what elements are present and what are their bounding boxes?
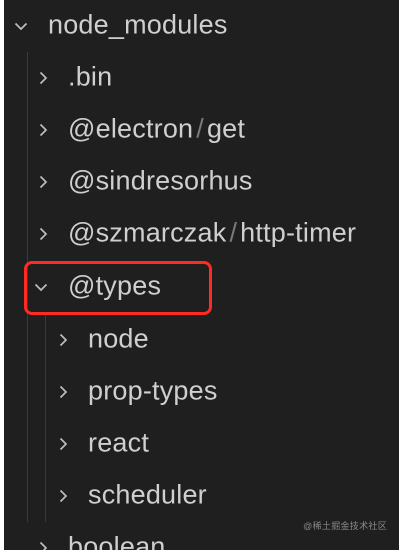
tree-item-label: boolean (68, 531, 166, 550)
tree-item-types-react[interactable]: react (4, 418, 399, 470)
watermark: @稀土掘金技术社区 (303, 521, 387, 531)
tree-item-types-prop-types[interactable]: prop-types (4, 366, 399, 418)
tree-item-szmarczak-http-timer[interactable]: @szmarczak / http-timer (4, 208, 399, 260)
chevron-right-icon (56, 333, 70, 347)
chevron-right-icon (36, 71, 50, 85)
tree-item-bin[interactable]: .bin (4, 52, 399, 104)
tree-item-label: react (88, 427, 150, 458)
chevron-right-icon (36, 123, 50, 137)
tree-item-node-modules[interactable]: node_modules (4, 0, 399, 52)
tree-item-label: @electron / get (68, 113, 246, 144)
tree-item-types-node[interactable]: node (4, 314, 399, 366)
tree-item-label: @szmarczak / http-timer (68, 217, 357, 248)
tree-item-label: node (88, 323, 149, 354)
tree-item-sindresorhus[interactable]: @sindresorhus (4, 156, 399, 208)
tree-item-label: scheduler (88, 479, 207, 510)
chevron-right-icon (36, 175, 50, 189)
tree-item-label: @sindresorhus (68, 165, 253, 196)
highlight-box (24, 261, 212, 315)
chevron-down-icon (14, 19, 28, 33)
tree-item-electron-get[interactable]: @electron / get (4, 104, 399, 156)
chevron-right-icon (56, 437, 70, 451)
file-explorer-tree: node_modules .bin @electron / get @sindres… (4, 0, 399, 550)
chevron-right-icon (36, 227, 50, 241)
chevron-right-icon (56, 489, 70, 503)
chevron-right-icon (56, 385, 70, 399)
tree-item-label: node_modules (48, 9, 228, 40)
chevron-right-icon (36, 541, 50, 550)
tree-item-types-scheduler[interactable]: scheduler (4, 470, 399, 522)
tree-item-label: .bin (68, 61, 113, 92)
tree-item-label: prop-types (88, 375, 218, 406)
